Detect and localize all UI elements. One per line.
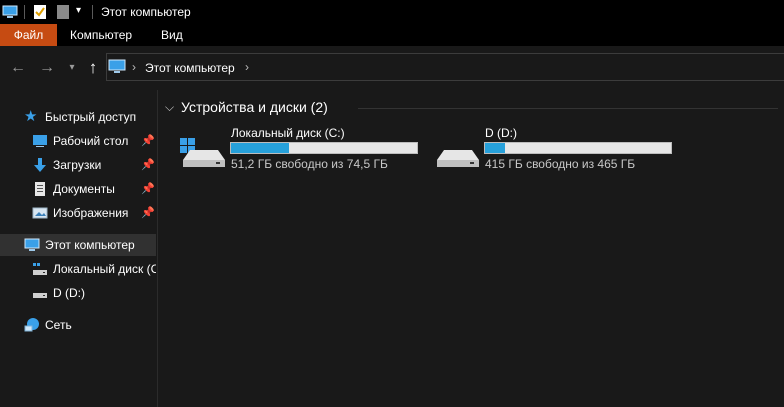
computer-icon bbox=[108, 59, 126, 73]
tab-file[interactable]: Файл bbox=[0, 24, 57, 46]
computer-icon bbox=[2, 5, 18, 18]
title-separator bbox=[92, 5, 93, 19]
sidebar-item-label: Загрузки bbox=[53, 158, 102, 172]
forward-arrow-icon[interactable]: → bbox=[38, 59, 56, 77]
sidebar-item-pictures[interactable]: Изображения 📌 bbox=[0, 202, 156, 224]
computer-icon bbox=[24, 238, 40, 251]
pin-icon[interactable]: 📌 bbox=[141, 158, 155, 171]
pin-icon[interactable]: 📌 bbox=[141, 134, 155, 147]
breadcrumb-chevron-icon[interactable]: › bbox=[245, 60, 249, 74]
download-icon bbox=[34, 158, 46, 172]
sidebar-item-label: Сеть bbox=[45, 318, 72, 332]
pin-icon[interactable]: 📌 bbox=[141, 206, 155, 219]
sidebar-item-quick-access[interactable]: ★ Быстрый доступ bbox=[0, 106, 156, 128]
breadcrumb-chevron-icon[interactable]: › bbox=[132, 60, 136, 74]
sidebar-item-label: Изображения bbox=[53, 206, 129, 220]
title-bar: ▾ Этот компьютер bbox=[0, 0, 784, 24]
document-icon bbox=[35, 182, 45, 196]
drive-name: Локальный диск (C:) bbox=[231, 126, 345, 140]
sidebar-item-local-disk-c[interactable]: Локальный диск (C:) bbox=[0, 258, 156, 280]
up-arrow-icon[interactable]: ↑ bbox=[84, 59, 102, 77]
sidebar-item-label: Документы bbox=[53, 182, 115, 196]
section-title[interactable]: Устройства и диски (2) bbox=[181, 99, 328, 115]
desktop-icon bbox=[33, 135, 47, 147]
sidebar-item-label: Этот компьютер bbox=[45, 238, 135, 252]
customize-toolbar-icon[interactable]: ▾ bbox=[76, 5, 81, 16]
sidebar-item-label: Быстрый доступ bbox=[45, 110, 137, 124]
sidebar-item-label: Локальный диск (C:) bbox=[53, 262, 156, 276]
sidebar-item-drive-d[interactable]: D (D:) bbox=[0, 282, 156, 304]
navigation-pane: ★ Быстрый доступ Рабочий стол 📌 Загрузки… bbox=[0, 90, 156, 407]
title-separator bbox=[24, 5, 25, 19]
drive-free-space: 415 ГБ свободно из 465 ГБ bbox=[485, 157, 636, 171]
properties-icon[interactable] bbox=[33, 4, 47, 20]
star-icon: ★ bbox=[24, 108, 38, 125]
tab-view[interactable]: Вид bbox=[161, 24, 183, 46]
sidebar-item-label: D (D:) bbox=[53, 286, 85, 300]
collapse-chevron-icon[interactable]: ⌵ bbox=[165, 100, 174, 115]
pictures-icon bbox=[32, 207, 48, 219]
drive-usage-fill bbox=[231, 143, 289, 153]
drive-usage-fill bbox=[485, 143, 505, 153]
recent-locations-chevron-icon[interactable]: ▾ bbox=[63, 59, 81, 77]
section-divider bbox=[358, 108, 778, 109]
new-folder-icon[interactable] bbox=[57, 4, 69, 20]
drive-tile-d[interactable]: D (D:) 415 ГБ свободно из 465 ГБ bbox=[432, 124, 677, 171]
sidebar-item-desktop[interactable]: Рабочий стол 📌 bbox=[0, 130, 156, 152]
pin-icon[interactable]: 📌 bbox=[141, 182, 155, 195]
drive-icon bbox=[437, 150, 479, 167]
network-icon bbox=[24, 318, 39, 332]
sidebar-item-downloads[interactable]: Загрузки 📌 bbox=[0, 154, 156, 176]
drive-free-space: 51,2 ГБ свободно из 74,5 ГБ bbox=[231, 157, 388, 171]
breadcrumb-this-pc[interactable]: Этот компьютер bbox=[145, 61, 235, 75]
drive-usage-bar bbox=[230, 142, 418, 154]
drive-usage-bar bbox=[484, 142, 672, 154]
sidebar-item-label: Рабочий стол bbox=[53, 134, 129, 148]
ribbon: Файл Компьютер Вид bbox=[0, 24, 784, 46]
back-arrow-icon[interactable]: ← bbox=[9, 59, 27, 77]
system-drive-icon bbox=[180, 138, 225, 167]
sidebar-item-documents[interactable]: Документы 📌 bbox=[0, 178, 156, 200]
drive-name: D (D:) bbox=[485, 126, 517, 140]
system-drive-icon bbox=[33, 263, 47, 275]
sidebar-item-this-pc[interactable]: Этот компьютер bbox=[0, 234, 156, 256]
window-title: Этот компьютер bbox=[101, 5, 191, 19]
pane-divider[interactable] bbox=[157, 90, 158, 407]
drive-icon bbox=[33, 293, 47, 298]
sidebar-item-network[interactable]: Сеть bbox=[0, 314, 156, 336]
tab-computer[interactable]: Компьютер bbox=[70, 24, 132, 46]
drive-tile-c[interactable]: Локальный диск (C:) 51,2 ГБ свободно из … bbox=[178, 124, 418, 171]
